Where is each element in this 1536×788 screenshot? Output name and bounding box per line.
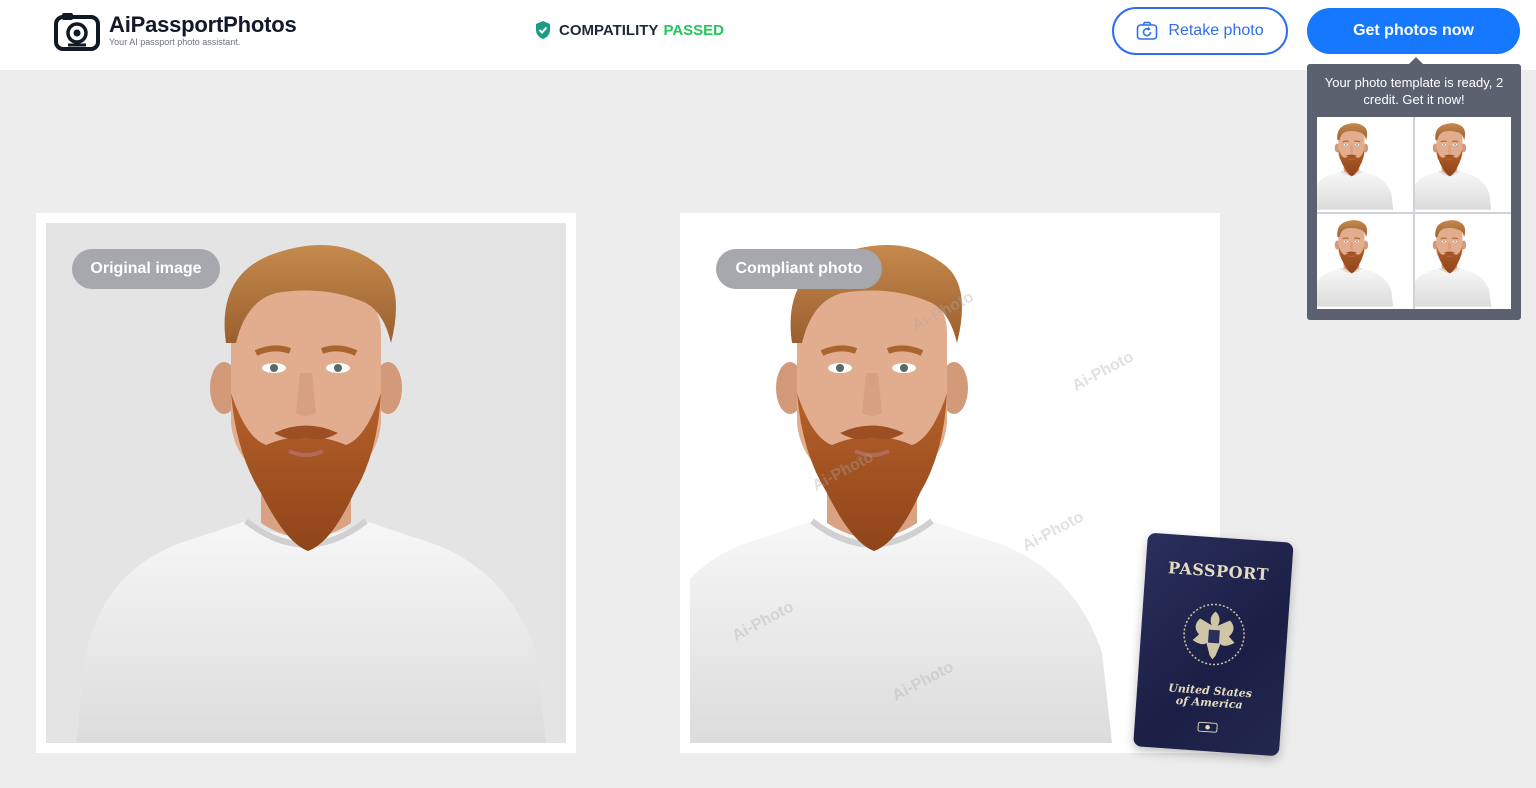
popover-text: Your photo template is ready, 2 credit. … — [1324, 75, 1504, 107]
camera-rotate-icon — [1137, 21, 1158, 40]
compat-status-text: PASSED — [663, 21, 725, 39]
photo-template-grid — [1317, 117, 1511, 309]
template-thumbnail — [1317, 214, 1413, 309]
passport-illustration: PASSPORT United States of America — [1132, 532, 1309, 768]
retake-photo-button[interactable]: Retake photo — [1112, 7, 1288, 55]
top-bar: AiPassportPhotos Your AI passport photo … — [0, 0, 1536, 70]
passport-country: United States of America — [1136, 680, 1283, 714]
template-ready-popover[interactable]: Your photo template is ready, 2 credit. … — [1307, 57, 1521, 320]
brand-logo[interactable]: AiPassportPhotos Your AI passport photo … — [54, 11, 297, 51]
get-photos-button[interactable]: Get photos now — [1307, 8, 1520, 54]
retake-label: Retake photo — [1168, 22, 1264, 39]
shield-check-icon — [536, 21, 550, 39]
popover-arrow — [1409, 57, 1423, 64]
original-photo: Original image — [46, 223, 566, 743]
biometric-chip-icon — [1197, 721, 1218, 733]
compat-label: COMPATILITY — [559, 21, 659, 39]
eagle-seal-icon — [1183, 603, 1245, 666]
compliant-photo-label: Compliant photo — [716, 249, 882, 289]
compatibility-status: COMPATILITY PASSED — [534, 20, 724, 40]
original-image-card: Original image — [36, 213, 576, 753]
camera-frame-icon — [54, 13, 100, 51]
template-thumbnail — [1415, 117, 1511, 212]
get-photos-label: Get photos now — [1353, 22, 1474, 39]
brand-tagline: Your AI passport photo assistant. — [109, 37, 241, 47]
brand-name: AiPassportPhotos — [109, 12, 297, 37]
compliant-photo: Ai-Photo Ai-Photo Ai-Photo Ai-Photo Ai-P… — [690, 223, 1210, 743]
template-thumbnail — [1415, 214, 1511, 309]
passport-title: PASSPORT — [1167, 558, 1270, 585]
original-image-label: Original image — [72, 249, 220, 289]
template-thumbnail — [1317, 117, 1413, 212]
